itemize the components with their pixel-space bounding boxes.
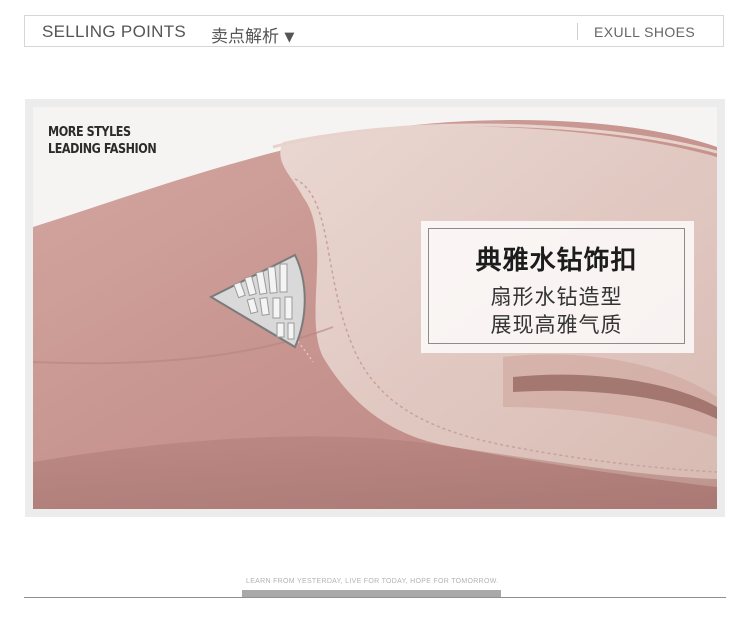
section-title-en: SELLING POINTS: [42, 22, 187, 41]
caret-down-icon: ▼: [284, 30, 295, 45]
section-title-cn[interactable]: 卖点解析 ▼: [211, 22, 294, 47]
brand-name: EXULL SHOES: [594, 24, 696, 40]
feature-description-2: 展现高雅气质: [490, 313, 623, 337]
footer-divider: [24, 597, 726, 598]
tagline-line-2: LEADING FASHION: [48, 142, 157, 157]
section-header: SELLING POINTS 卖点解析 ▼ EXULL SHOES: [24, 15, 724, 47]
feature-description-1: 扇形水钻造型: [490, 285, 623, 309]
tagline-line-1: MORE STYLES: [48, 125, 131, 140]
header-divider: [577, 23, 578, 40]
section-title-cn-label: 卖点解析: [211, 27, 279, 47]
product-photo-frame: MORE STYLES LEADING FASHION 典雅水钻饰扣 扇形水钻造…: [25, 99, 725, 517]
product-photo: MORE STYLES LEADING FASHION 典雅水钻饰扣 扇形水钻造…: [33, 107, 717, 509]
feature-heading: 典雅水钻饰扣: [475, 246, 638, 276]
feature-callout-frame: 典雅水钻饰扣 扇形水钻造型 展现高雅气质: [428, 228, 685, 344]
tagline: MORE STYLES LEADING FASHION: [48, 124, 157, 158]
feature-callout: 典雅水钻饰扣 扇形水钻造型 展现高雅气质: [421, 221, 694, 353]
footer-motto: LEARN FROM YESTERDAY, LIVE FOR TODAY, HO…: [246, 578, 499, 585]
